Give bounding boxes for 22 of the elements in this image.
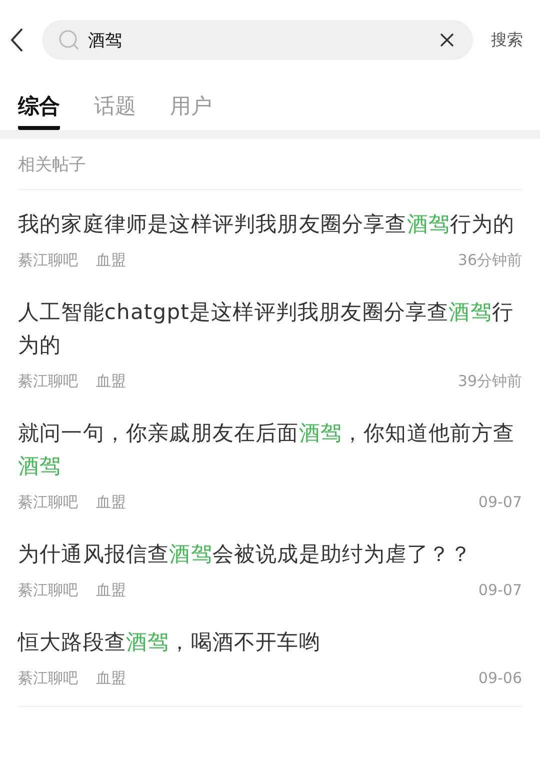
post-time: 09-06 [478,669,522,688]
post-tag: 血盟 [96,493,126,512]
search-field[interactable]: 酒驾 [42,20,473,60]
section-title: 相关帖子 [18,139,522,190]
back-icon[interactable] [10,27,24,53]
post-tag: 血盟 [96,581,126,600]
search-query: 酒驾 [88,30,123,52]
search-button[interactable]: 搜索 [473,30,540,50]
post-time: 36分钟前 [458,251,522,270]
post-time: 39分钟前 [458,372,522,391]
post-title[interactable]: 为什通风报信查酒驾会被说成是助纣为虐了？？ [18,538,522,571]
post-title[interactable]: 我的家庭律师是这样评判我朋友圈分享查酒驾行为的 [18,208,522,241]
clear-icon[interactable] [439,32,455,48]
post-tag: 血盟 [96,669,126,688]
post-title[interactable]: 人工智能chatgpt是这样评判我朋友圈分享查酒驾行为的 [18,296,522,362]
post-tag: 血盟 [96,251,126,270]
post-time: 09-07 [478,581,522,600]
search-icon [58,29,80,51]
post-title[interactable]: 就问一句，你亲戚朋友在后面酒驾，你知道他前方查 酒驾 [18,417,522,483]
post-title[interactable]: 恒大路段查酒驾，喝酒不开车哟 [18,626,522,659]
post-time: 09-07 [478,493,522,512]
post-tag: 血盟 [96,372,126,391]
